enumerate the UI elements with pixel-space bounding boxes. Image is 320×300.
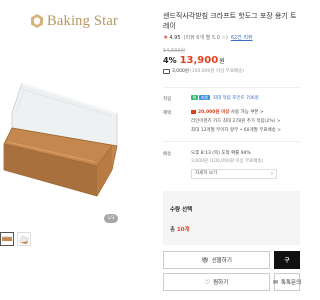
- more-details-button[interactable]: 자세히 보기 ›: [191, 169, 277, 179]
- points-value: N 회원 최대 적립 포인트 706원: [191, 95, 300, 102]
- image-counter: 1/3: [104, 214, 118, 223]
- star-icon: ★: [163, 34, 169, 41]
- product-info: 샌드직사각받침 크라프트 핫도그 포장 용기 트레이 ★ 4.95 (리뷰 6개…: [163, 0, 302, 300]
- benefit-text: 사용 가능 쿠폰 >: [230, 110, 264, 115]
- shipping-fee: 3,000원: [172, 69, 190, 74]
- price-unit: 원: [219, 58, 225, 65]
- brand-name: Baking Star: [47, 12, 119, 29]
- gift-button[interactable]: 🎁︎ 선물하기: [163, 251, 270, 269]
- original-price: 14,500원: [163, 48, 186, 54]
- benefit-amount: 20,000원 이상: [198, 110, 230, 115]
- rating-row: ★ 4.95 (리뷰 6개 별 5.0 ☆) 62건 리뷰: [163, 34, 253, 41]
- benefit-label: 혜택: [163, 111, 172, 116]
- sale-price: 13,900: [179, 55, 219, 66]
- wishlist-label: 찜하기: [213, 280, 229, 286]
- rating-suffix: (리뷰 6개 별 5.0 ☆): [183, 35, 228, 41]
- benefit-line-1[interactable]: 20,000원 이상 사용 가능 쿠폰 >: [191, 109, 300, 116]
- price-row: 4% 13,900 원: [163, 55, 225, 66]
- more-details-label: 자세히 보기: [195, 171, 218, 176]
- gift-label: 선물하기: [211, 258, 232, 264]
- benefit-line-3[interactable]: 최대 12개월 무이자 할부 • 60개월 무료배송 >: [191, 127, 300, 134]
- naver-badge: N: [191, 95, 198, 100]
- product-title: 샌드직사각받침 크라프트 핫도그 포장 용기 트레이: [163, 12, 297, 30]
- review-link[interactable]: 62건 리뷰: [231, 34, 253, 41]
- product-gallery: Baking Star 1/3: [0, 0, 150, 300]
- chevron-right-icon: ›: [271, 171, 273, 177]
- thumbnail-1[interactable]: [0, 232, 14, 246]
- brand-mark-icon: [31, 14, 43, 28]
- coupon-icon: [191, 109, 196, 114]
- option-panel: 수량 선택 총 10개: [163, 191, 300, 245]
- total-prefix: 총: [170, 227, 177, 233]
- buy-label: 구: [284, 258, 290, 264]
- gift-icon: 🎁︎: [201, 256, 209, 264]
- truck-icon: [163, 68, 170, 74]
- total-count: 10개: [176, 227, 190, 233]
- points-text[interactable]: 최대 적립 포인트 706원: [213, 96, 259, 101]
- shipping-summary: 3,000원 (100,000원 이상 무료배송): [163, 68, 244, 74]
- points-label: 적립: [163, 97, 172, 102]
- discount-rate: 4%: [163, 56, 177, 65]
- chat-icon: ✉: [272, 278, 278, 286]
- member-badge: 회원: [199, 95, 211, 100]
- wishlist-button[interactable]: ♡ 찜하기: [163, 273, 270, 291]
- heart-icon: ♡: [204, 278, 211, 286]
- shipping-condition: (100,000원 이상 무료배송): [190, 69, 244, 74]
- buy-button[interactable]: 구: [274, 251, 300, 269]
- divider: [163, 141, 300, 142]
- shipping-line-2: 3,000원 (100,000원 이상 무료배송): [191, 159, 264, 164]
- inquiry-button[interactable]: ✉ 톡톡문의: [272, 273, 302, 291]
- rating-value: 4.95: [169, 34, 181, 41]
- thumbnail-strip: [0, 232, 31, 246]
- benefit-line-2[interactable]: 라인어랜즈 카드 최대 278원 추가 적립(2%) >: [191, 118, 300, 125]
- inquiry-label: 톡톡문의: [280, 280, 302, 286]
- shipping-line-1: 오후 8:13 (목) 도착 확률 94%: [191, 151, 251, 156]
- thumbnail-2[interactable]: [17, 232, 31, 246]
- shipping-label: 배송: [163, 152, 172, 157]
- brand-logo[interactable]: Baking Star: [31, 12, 118, 30]
- option-total: 총 10개: [170, 225, 190, 233]
- product-image[interactable]: [2, 58, 120, 208]
- divider: [163, 87, 300, 88]
- option-title: 수량 선택: [170, 207, 193, 213]
